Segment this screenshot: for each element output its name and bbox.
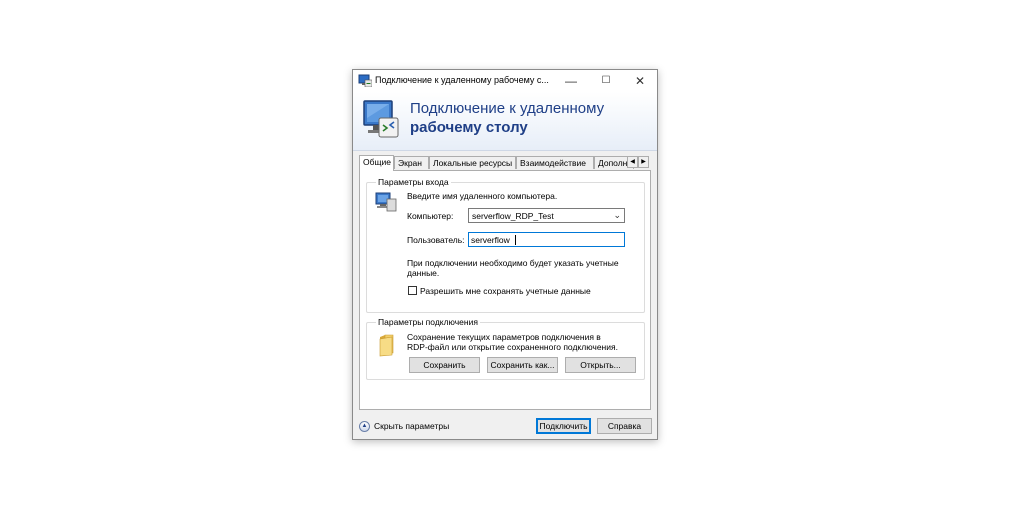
computer-icon — [375, 192, 397, 212]
computer-hint-text: Введите имя удаленного компьютера. — [407, 191, 558, 201]
save-credentials-label[interactable]: Разрешить мне сохранять учетные данные — [420, 286, 591, 296]
connection-desc-line2: RDP-файл или открытие сохраненного подкл… — [407, 342, 618, 352]
folder-icon — [379, 334, 394, 357]
user-label: Пользователь: — [407, 235, 465, 245]
login-settings-group: Параметры входа Введите имя удаленного к… — [366, 177, 645, 313]
computer-label: Компьютер: — [407, 211, 454, 221]
help-button[interactable]: Справка — [597, 418, 652, 434]
save-as-button[interactable]: Сохранить как... — [487, 357, 558, 373]
connection-desc-line1: Сохранение текущих параметров подключени… — [407, 332, 601, 342]
user-input[interactable]: serverflow — [468, 232, 625, 247]
credentials-note-line1: При подключении необходимо будет указать… — [407, 258, 619, 268]
hide-options-label[interactable]: Скрыть параметры — [374, 421, 449, 431]
login-settings-title: Параметры входа — [376, 177, 451, 187]
tab-panel-general: Параметры входа Введите имя удаленного к… — [359, 170, 651, 410]
chevron-down-icon[interactable]: ⌄ — [613, 210, 621, 221]
tab-scroll-right-icon[interactable]: ▶ — [638, 156, 649, 168]
title-bar[interactable]: Подключение к удаленному рабочему с... —… — [353, 70, 657, 92]
connection-settings-group: Параметры подключения Сохранение текущих… — [366, 317, 645, 380]
minimize-button[interactable]: — — [554, 70, 588, 92]
tab-display[interactable]: Экран — [394, 156, 429, 169]
rdp-app-icon — [358, 74, 372, 87]
rdp-dialog-window: Подключение к удаленному рабочему с... —… — [352, 69, 658, 440]
credentials-note-line2: данные. — [407, 268, 440, 278]
window-title: Подключение к удаленному рабочему с... — [375, 75, 549, 85]
monitor-icon — [363, 100, 399, 138]
chevron-up-icon[interactable]: ▲ — [359, 421, 370, 432]
banner-title-line2: рабочему столу — [410, 119, 528, 136]
connect-button[interactable]: Подключить — [536, 418, 591, 434]
save-button[interactable]: Сохранить — [409, 357, 480, 373]
tab-scroll-left-icon[interactable]: ◀ — [627, 156, 638, 168]
tab-local-resources[interactable]: Локальные ресурсы — [429, 156, 516, 169]
save-credentials-checkbox[interactable] — [408, 286, 417, 295]
computer-value: serverflow_RDP_Test — [472, 211, 554, 221]
computer-combobox[interactable]: serverflow_RDP_Test ⌄ — [468, 208, 625, 223]
header-banner: Подключение к удаленному рабочему столу — [353, 92, 657, 151]
close-button[interactable]: ✕ — [623, 70, 657, 92]
tab-general[interactable]: Общие — [359, 155, 394, 171]
maximize-button[interactable]: ☐ — [589, 70, 623, 92]
user-value: serverflow — [471, 235, 510, 245]
text-caret — [515, 235, 516, 245]
connection-settings-title: Параметры подключения — [376, 317, 480, 327]
tab-experience[interactable]: Взаимодействие — [516, 156, 594, 169]
banner-title-line1: Подключение к удаленному — [410, 100, 605, 117]
open-button[interactable]: Открыть... — [565, 357, 636, 373]
